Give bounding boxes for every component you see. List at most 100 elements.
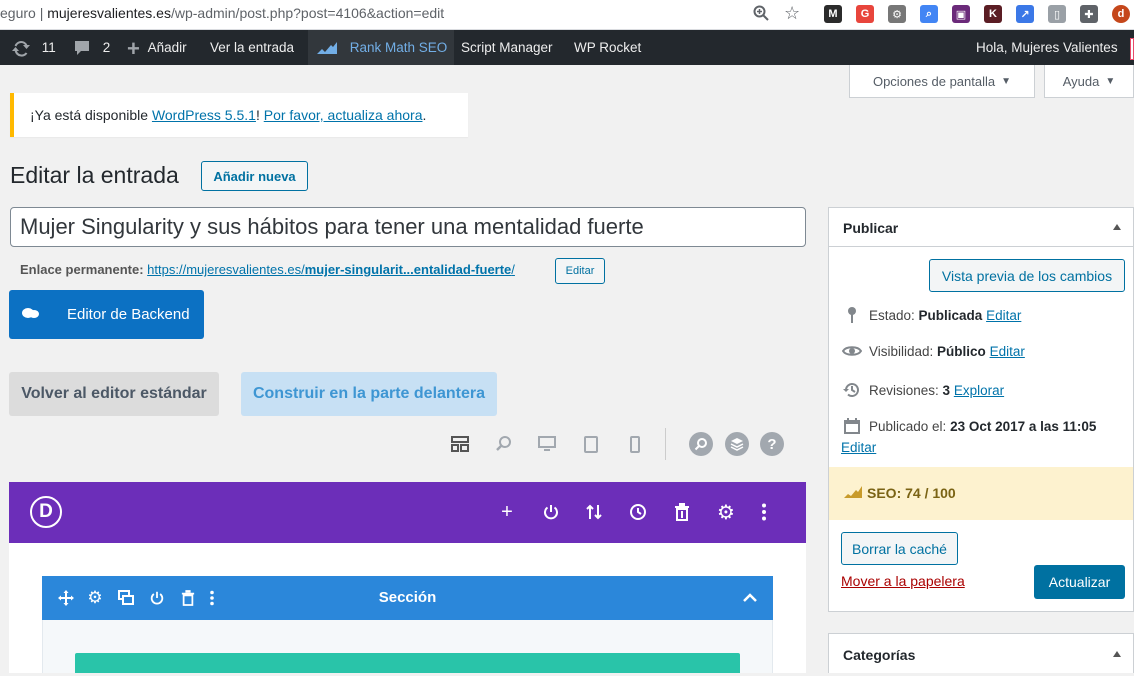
seo-score: SEO: 74 / 100 — [867, 485, 956, 501]
desktop-view-icon[interactable] — [536, 433, 558, 455]
notice-middle: ! — [255, 107, 264, 123]
backend-editor-label: Editor de Backend — [67, 306, 190, 323]
frontend-builder-button[interactable]: Construir en la parte delantera — [241, 372, 497, 416]
view-toolbar-divider — [665, 428, 666, 460]
admin-bar-new[interactable]: + Añadir — [127, 30, 187, 65]
tablet-view-icon[interactable] — [580, 433, 602, 455]
permalink-link[interactable]: https://mujeresvalientes.es/mujer-singul… — [147, 262, 515, 277]
status-value: Publicada — [918, 308, 983, 324]
admin-bar-updates[interactable]: 11 — [10, 30, 56, 65]
wp-admin-bar: 11 2 + Añadir Ver la entrada Rank Math S… — [0, 30, 1134, 65]
search-ext-icon[interactable]: ⌕ — [920, 5, 938, 23]
add-new-label: Añadir — [147, 40, 187, 55]
post-title-input[interactable]: Mujer Singularity y sus hábitos para ten… — [10, 207, 806, 247]
screen-options-tab[interactable]: Opciones de pantalla ▼ — [849, 65, 1035, 98]
url-field[interactable]: eguro | mujeresvalientes.es/wp-admin/pos… — [0, 5, 444, 21]
chart-ext-icon[interactable]: ↗ — [1016, 5, 1034, 23]
translate-icon[interactable]: G — [856, 5, 874, 23]
divi-section-header[interactable]: Sección ⚙ — [42, 576, 773, 620]
chevron-down-icon: ▼ — [1105, 75, 1116, 87]
seo-score-row[interactable]: SEO: 74 / 100 — [829, 467, 1133, 520]
calendar-ext-icon[interactable]: ▣ — [952, 5, 970, 23]
admin-bar-comments[interactable]: 2 — [73, 30, 110, 65]
revisions-row: Revisiones: 3 Explorar — [841, 381, 1004, 402]
published-date-row: Publicado el: 23 Oct 2017 a las 11:05 — [841, 417, 1096, 438]
update-now-link[interactable]: Por favor, actualiza ahora — [264, 107, 423, 123]
more-options-icon[interactable] — [752, 500, 776, 524]
admin-bar-wp-rocket[interactable]: WP Rocket — [574, 30, 641, 65]
permalink-edit-button[interactable]: Editar — [555, 258, 605, 284]
find-replace-icon[interactable] — [689, 432, 713, 456]
section-power-icon[interactable] — [147, 588, 167, 608]
admin-bar-rank-math[interactable]: Rank Math SEO — [308, 30, 454, 65]
update-button[interactable]: Actualizar — [1034, 565, 1125, 599]
preview-changes-button[interactable]: Vista previa de los cambios — [929, 259, 1125, 292]
zoom-icon[interactable] — [752, 4, 770, 27]
status-edit-link[interactable]: Editar — [986, 308, 1021, 323]
trash-icon[interactable] — [670, 500, 694, 524]
collapse-caret-icon[interactable] — [1113, 224, 1121, 230]
update-notice: ¡Ya está disponible WordPress 5.5.1! Por… — [10, 93, 468, 137]
divi-row-header[interactable] — [75, 653, 740, 673]
divi-logo: D — [30, 496, 62, 528]
publish-box-header[interactable]: Publicar — [829, 208, 1133, 247]
section-trash-icon[interactable] — [178, 588, 198, 608]
person-ext-icon[interactable]: ▯ — [1048, 5, 1066, 23]
divi-cloud-icon — [21, 305, 41, 325]
revisions-value: 3 — [942, 383, 951, 399]
zoom-view-icon[interactable] — [493, 433, 515, 455]
add-new-post-button[interactable]: Añadir nueva — [201, 161, 308, 191]
move-icon[interactable] — [56, 588, 76, 608]
add-section-icon[interactable]: + — [495, 500, 519, 524]
chevron-down-icon: ▼ — [1001, 75, 1012, 87]
wordpress-version-link[interactable]: WordPress 5.5.1 — [152, 107, 256, 123]
phone-view-icon[interactable] — [624, 433, 646, 455]
comments-count: 2 — [102, 40, 111, 55]
status-label: Estado: — [869, 308, 919, 324]
permalink-base: https://mujeresvalientes.es/ — [147, 262, 305, 277]
account-avatar[interactable] — [1130, 38, 1134, 60]
visibility-edit-link[interactable]: Editar — [990, 344, 1025, 359]
admin-bar-account[interactable]: Hola, Mujeres Valientes — [976, 30, 1118, 65]
wireframe-view-icon[interactable] — [449, 433, 471, 455]
settings-gear-icon[interactable]: ⚙ — [714, 500, 738, 524]
revisions-browse-link[interactable]: Explorar — [954, 383, 1004, 398]
screen-options-label: Opciones de pantalla — [872, 73, 996, 89]
page-title: Editar la entrada — [10, 162, 179, 188]
bookmark-star-icon[interactable]: ☆ — [784, 3, 800, 24]
permalink: Enlace permanente: https://mujeresvalien… — [20, 262, 515, 277]
help-icon[interactable]: ? — [760, 432, 784, 456]
backend-editor-button[interactable]: Editor de Backend — [9, 290, 204, 339]
permalink-slug: mujer-singularit...entalidad-fuerte — [304, 262, 512, 277]
categories-collapse-caret-icon[interactable] — [1113, 651, 1121, 657]
layers-icon[interactable] — [725, 432, 749, 456]
help-label: Ayuda — [1062, 73, 1100, 89]
profile-icon[interactable]: d — [1112, 5, 1130, 23]
revisions-clock-icon — [841, 381, 863, 402]
duplicate-icon[interactable] — [116, 588, 136, 608]
section-more-icon[interactable] — [202, 588, 222, 608]
updates-count: 11 — [41, 40, 56, 55]
notice-suffix: . — [422, 107, 427, 123]
admin-bar-script-manager[interactable]: Script Manager — [461, 30, 553, 65]
visibility-value: Público — [937, 344, 986, 360]
admin-bar-view-post[interactable]: Ver la entrada — [210, 30, 294, 65]
clear-cache-button[interactable]: Borrar la caché — [841, 532, 958, 565]
history-icon[interactable] — [626, 500, 650, 524]
published-date-edit-link[interactable]: Editar — [841, 440, 876, 455]
permalink-end: / — [511, 262, 515, 277]
calendar-icon — [841, 417, 863, 438]
categories-title[interactable]: Categorías — [843, 634, 915, 674]
rank-math-icon — [316, 40, 338, 55]
puzzle-icon[interactable]: ✚ — [1080, 5, 1098, 23]
move-to-trash-link[interactable]: Mover a la papelera — [841, 573, 965, 589]
gmail-m-icon[interactable]: M — [824, 5, 842, 23]
power-icon[interactable] — [539, 500, 563, 524]
standard-editor-button[interactable]: Volver al editor estándar — [9, 372, 219, 416]
portability-icon[interactable] — [582, 500, 606, 524]
k-ext-icon[interactable]: K — [984, 5, 1002, 23]
gear-icon[interactable]: ⚙ — [888, 5, 906, 23]
chevron-up-icon[interactable] — [740, 588, 760, 608]
help-tab[interactable]: Ayuda ▼ — [1044, 65, 1134, 98]
section-settings-icon[interactable]: ⚙ — [85, 588, 105, 608]
